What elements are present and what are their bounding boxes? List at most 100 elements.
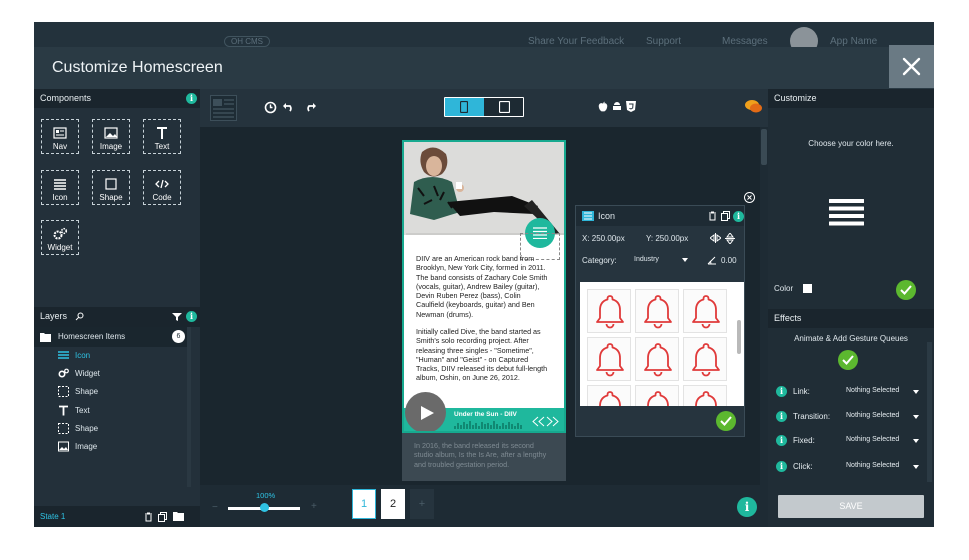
bell-icon (692, 343, 720, 377)
publish-icon[interactable] (773, 100, 786, 113)
component-code[interactable]: Code (143, 170, 181, 205)
layer-item-shape[interactable]: Shape (34, 420, 187, 438)
x-position[interactable]: X: 250.00px (582, 234, 625, 243)
component-widget[interactable]: Widget (41, 220, 79, 255)
close-button[interactable] (889, 45, 934, 88)
folder-icon[interactable] (173, 512, 184, 521)
close-panel-icon[interactable] (744, 192, 755, 203)
bell-icon-option[interactable] (683, 385, 727, 406)
android-icon[interactable] (612, 101, 622, 112)
mobile-view-button[interactable] (445, 98, 484, 116)
html5-icon[interactable] (626, 101, 636, 112)
confirm-icon-button[interactable] (716, 411, 736, 431)
rewind-icon[interactable] (532, 416, 545, 427)
layer-item-text[interactable]: Text (34, 402, 187, 420)
tablet-view-button[interactable] (484, 98, 523, 116)
layer-item-widget[interactable]: Widget (34, 365, 187, 383)
layer-group-label: Homescreen Items (58, 332, 126, 341)
zoom-out-button[interactable]: − (212, 502, 218, 513)
bell-icon-option[interactable] (587, 337, 631, 381)
page-1-button[interactable]: 1 (352, 489, 376, 519)
feedback-link[interactable]: Share Your Feedback (528, 36, 624, 47)
canvas-scrollbar[interactable] (760, 127, 768, 527)
play-icon[interactable] (420, 406, 434, 420)
image-icon (58, 441, 69, 452)
track-title: Under the Sun - DIIV (454, 411, 517, 418)
bio-paragraph-1[interactable]: DIIV are an American rock band from Broo… (416, 254, 550, 319)
check-icon (720, 416, 732, 426)
zoom-slider-knob[interactable] (259, 503, 269, 512)
layer-item-shape[interactable]: Shape (34, 383, 187, 401)
state-label[interactable]: State 1 (40, 512, 65, 521)
flip-vertical-icon[interactable] (725, 233, 735, 244)
duplicate-icon[interactable] (158, 512, 167, 522)
folder-icon (40, 333, 51, 342)
music-player[interactable]: Under the Sun - DIIV (404, 392, 564, 431)
flip-horizontal-icon[interactable] (710, 233, 721, 243)
layer-label: Text (75, 406, 90, 415)
layer-item-image[interactable]: Image (34, 438, 187, 456)
zoom-in-button[interactable]: + (311, 501, 317, 512)
component-label: Code (152, 193, 172, 202)
messages-menu[interactable]: Messages (722, 36, 768, 47)
fast-forward-icon[interactable] (546, 416, 559, 427)
component-shape[interactable]: Shape (92, 170, 130, 205)
cms-logo[interactable]: OH CMS (224, 36, 270, 47)
history-icon[interactable] (264, 101, 277, 114)
bell-icon (692, 295, 720, 329)
support-menu[interactable]: Support (646, 36, 681, 47)
category-value: Industry (634, 256, 659, 263)
trash-icon[interactable] (708, 211, 717, 221)
album-art[interactable] (405, 392, 446, 431)
help-info-icon[interactable]: i (737, 497, 757, 517)
duplicate-icon[interactable] (721, 211, 730, 221)
waveform[interactable] (454, 420, 524, 431)
redo-icon[interactable] (304, 102, 316, 112)
chat-icon[interactable] (745, 99, 762, 114)
phone-overflow-content: In 2016, the band released its second st… (402, 433, 566, 481)
page-2-button[interactable]: 2 (381, 489, 405, 519)
close-icon (902, 57, 921, 76)
component-nav[interactable]: Nav (41, 119, 79, 154)
icon-gallery (580, 282, 744, 406)
search-icon[interactable] (75, 312, 84, 321)
icon-panel-info-icon[interactable]: i (733, 211, 744, 222)
add-page-button[interactable]: + (410, 489, 434, 519)
icon-gallery-scrollbar[interactable] (737, 320, 741, 354)
filter-icon[interactable] (172, 312, 182, 322)
component-text[interactable]: Text (143, 119, 181, 154)
rotation-angle[interactable]: 0.00 (721, 256, 737, 265)
layout-grid-icon[interactable] (210, 95, 237, 121)
bio-paragraph-2[interactable]: Initially called Dive, the band started … (416, 327, 550, 383)
user-menu[interactable]: App Name (830, 36, 877, 47)
undo-icon[interactable] (283, 102, 295, 112)
category-select[interactable]: Industry (634, 252, 690, 267)
bell-icon-option[interactable] (683, 337, 727, 381)
bell-icon (596, 343, 624, 377)
components-info-icon[interactable]: i (186, 93, 197, 104)
bio-paragraph-3: In 2016, the band released its second st… (414, 441, 547, 469)
phone-preview[interactable]: DIIV are an American rock band from Broo… (402, 140, 566, 433)
bell-icon-option[interactable] (683, 289, 727, 333)
image-icon (104, 127, 118, 139)
component-label: Nav (52, 142, 68, 151)
bell-icon-option[interactable] (587, 385, 631, 406)
apple-icon[interactable] (598, 101, 608, 112)
layers-scrollbar[interactable] (187, 327, 191, 487)
bell-icon (647, 391, 669, 406)
bell-icon-option[interactable] (587, 289, 631, 333)
component-image[interactable]: Image (92, 119, 130, 154)
layers-info-icon[interactable]: i (186, 311, 197, 322)
bell-icon-option[interactable] (635, 385, 679, 406)
y-position[interactable]: Y: 250.00px (646, 234, 688, 243)
layer-item-icon[interactable]: Icon (34, 347, 187, 365)
component-icon[interactable]: Icon (41, 170, 79, 205)
trash-icon[interactable] (144, 512, 153, 522)
bell-icon-option[interactable] (635, 289, 679, 333)
gears-icon (58, 368, 69, 378)
icon-properties-panel: Icon i X: 250.00px Y: 250.00px Category:… (575, 205, 745, 437)
bell-icon-option[interactable] (635, 337, 679, 381)
component-label: Icon (52, 193, 68, 202)
layer-group-row[interactable]: Homescreen Items 6 (34, 327, 187, 347)
mobile-icon (460, 101, 468, 113)
